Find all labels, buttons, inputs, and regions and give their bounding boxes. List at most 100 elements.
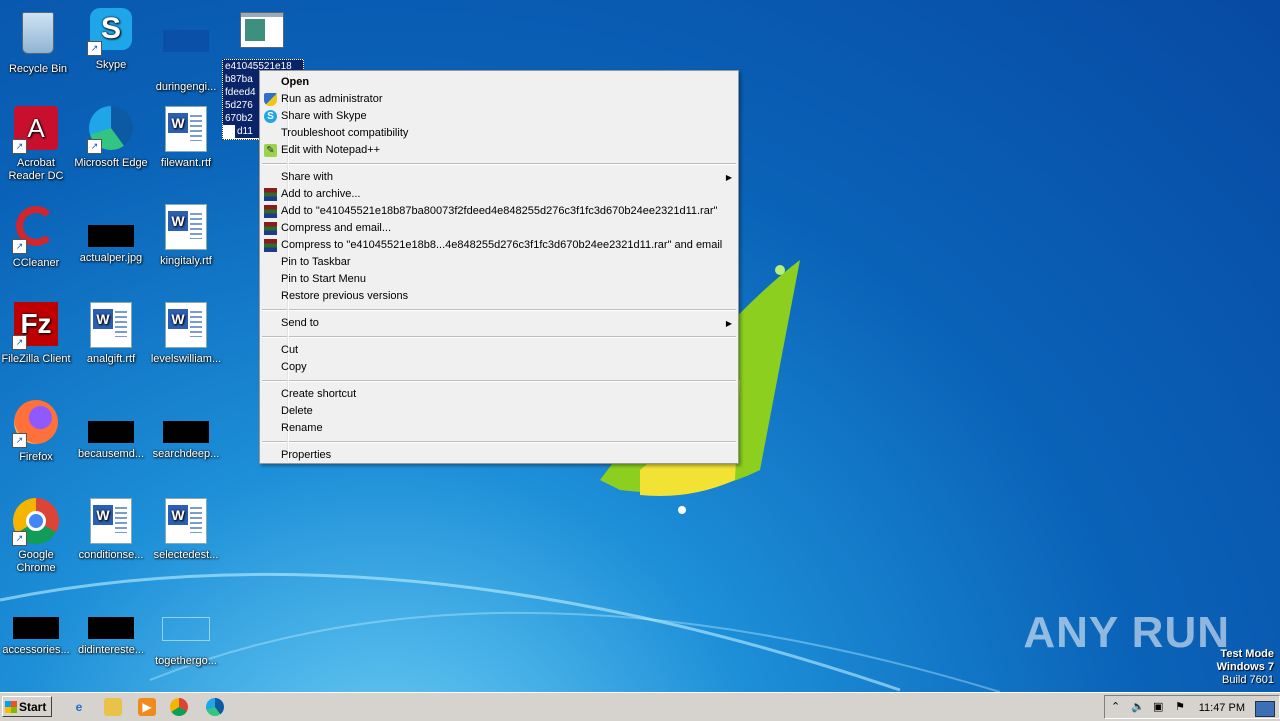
menu-item-label: Copy xyxy=(281,361,307,373)
menu-item-rename[interactable]: Rename xyxy=(260,420,738,437)
menu-separator xyxy=(262,163,736,165)
desktop-icon-selectedest[interactable]: W selectedest... xyxy=(148,498,224,562)
menu-item-label: Share with Skype xyxy=(281,110,367,122)
desktop-icon-filewant[interactable]: W filewant.rtf xyxy=(148,106,224,170)
winrar-icon xyxy=(264,188,277,201)
windows-flag-icon xyxy=(5,701,17,713)
media-player-icon[interactable]: ▶ xyxy=(138,698,156,716)
menu-item-label: Troubleshoot compatibility xyxy=(281,127,409,139)
submenu-arrow-icon: ▶ xyxy=(725,319,732,328)
start-button[interactable]: Start xyxy=(2,696,52,717)
menu-item-label: Rename xyxy=(281,422,323,434)
menu-item-add-to-rar[interactable]: Add to "e41045521e18b87ba80073f2fdeed4e8… xyxy=(260,203,738,220)
desktop-icon-edge[interactable]: ↗ Microsoft Edge xyxy=(73,106,149,170)
icon-label: analgift.rtf xyxy=(86,353,136,365)
show-desktop-icon[interactable] xyxy=(1255,701,1275,717)
desktop-icon-firefox[interactable]: ↗ Firefox xyxy=(0,400,74,464)
file-explorer-icon[interactable] xyxy=(104,698,122,716)
desktop-icon-conditionse[interactable]: W conditionse... xyxy=(73,498,149,562)
edge-taskbar-icon[interactable] xyxy=(206,698,224,716)
skype-icon: S xyxy=(264,110,277,123)
desktop-icon-becausemd[interactable]: becausemd... xyxy=(73,408,149,461)
internet-explorer-icon[interactable]: e xyxy=(70,698,88,716)
desktop-icon-recycle-bin[interactable]: Recycle Bin xyxy=(0,8,76,76)
menu-item-share-with[interactable]: Share with ▶ xyxy=(260,169,738,186)
volume-icon[interactable]: 🔈 xyxy=(1131,700,1145,713)
action-center-flag-icon[interactable]: ⚑ xyxy=(1175,700,1185,713)
tray-expand-icon[interactable]: ⌃ xyxy=(1111,700,1120,713)
icon-label: accessories... xyxy=(2,644,70,656)
image-thumbnail-icon xyxy=(162,30,210,78)
desktop-icon-filezilla[interactable]: Fz ↗ FileZilla Client xyxy=(0,302,74,366)
menu-item-pin-taskbar[interactable]: Pin to Taskbar xyxy=(260,254,738,271)
shortcut-arrow-icon: ↗ xyxy=(12,531,27,546)
menu-item-label: Share with xyxy=(281,171,333,183)
build-line: Build 7601 xyxy=(1222,674,1274,686)
icon-label: kingitaly.rtf xyxy=(160,255,212,267)
desktop-icon-actualper[interactable]: actualper.jpg xyxy=(73,212,149,265)
menu-separator xyxy=(262,441,736,443)
filezilla-icon: Fz ↗ xyxy=(12,302,60,350)
clock[interactable]: 11:47 PM xyxy=(1199,702,1245,714)
menu-item-compress-to-rar-email[interactable]: Compress to "e41045521e18b8...4e848255d2… xyxy=(260,237,738,254)
desktop-icon-togethergo[interactable]: togethergo... xyxy=(148,604,224,668)
icon-label: Skype xyxy=(95,59,127,71)
menu-item-pin-start[interactable]: Pin to Start Menu xyxy=(260,271,738,288)
menu-item-delete[interactable]: Delete xyxy=(260,403,738,420)
menu-item-label: Edit with Notepad++ xyxy=(281,144,381,156)
icon-label: Microsoft Edge xyxy=(74,157,148,169)
desktop-icon-accessories[interactable]: accessories... xyxy=(0,604,74,657)
menu-item-notepadpp[interactable]: ✎ Edit with Notepad++ xyxy=(260,142,738,159)
menu-item-open[interactable]: Open xyxy=(260,74,738,91)
selected-file-line: fdeed4 xyxy=(223,86,261,99)
image-thumbnail-icon xyxy=(163,421,209,443)
icon-label: Recycle Bin xyxy=(8,63,68,75)
icon-label: togethergo... xyxy=(155,655,217,667)
menu-item-label: Properties xyxy=(281,449,332,461)
menu-item-label: Pin to Start Menu xyxy=(281,273,366,285)
desktop-icon-acrobat[interactable]: A ↗ Acrobat Reader DC xyxy=(0,106,74,183)
menu-item-properties[interactable]: Properties xyxy=(260,447,738,464)
icon-label: selectedest... xyxy=(153,549,219,561)
desktop-icon-ccleaner[interactable]: ↗ CCleaner xyxy=(0,204,74,270)
menu-item-add-to-archive[interactable]: Add to archive... xyxy=(260,186,738,203)
menu-item-copy[interactable]: Copy xyxy=(260,359,738,376)
menu-item-label: Open xyxy=(281,76,310,88)
desktop-icon-didintereste[interactable]: didintereste... xyxy=(73,604,149,657)
menu-item-troubleshoot[interactable]: Troubleshoot compatibility xyxy=(260,125,738,142)
winrar-icon xyxy=(264,222,277,235)
image-thumbnail-icon xyxy=(13,617,59,639)
network-icon[interactable]: ▣ xyxy=(1153,700,1163,713)
chrome-taskbar-icon[interactable] xyxy=(170,698,188,716)
menu-item-send-to[interactable]: Send to ▶ xyxy=(260,315,738,332)
anyrun-watermark: ANY RUN xyxy=(1023,608,1230,657)
word-document-icon: W xyxy=(87,302,135,350)
icon-label: becausemd... xyxy=(77,448,145,460)
menu-item-share-skype[interactable]: S Share with Skype xyxy=(260,108,738,125)
menu-item-run-as-admin[interactable]: Run as administrator xyxy=(260,91,738,108)
desktop-icon-levelswilliam[interactable]: W levelswilliam... xyxy=(148,302,224,366)
desktop-icon-analgift[interactable]: W analgift.rtf xyxy=(73,302,149,366)
menu-item-cut[interactable]: Cut xyxy=(260,342,738,359)
shield-icon xyxy=(264,93,277,106)
recycle-bin-icon xyxy=(14,12,62,60)
selected-file-line: b87ba xyxy=(223,73,261,86)
menu-item-label: Add to archive... xyxy=(281,188,361,200)
icon-label: conditionse... xyxy=(78,549,144,561)
menu-item-create-shortcut[interactable]: Create shortcut xyxy=(260,386,738,403)
desktop-icon-searchdeep[interactable]: searchdeep... xyxy=(148,408,224,461)
desktop-icon-skype[interactable]: S ↗ Skype xyxy=(73,8,149,72)
skype-icon: S ↗ xyxy=(87,8,135,56)
desktop-icon-selected-exe[interactable] xyxy=(224,10,300,63)
selected-file-line: 5d276 xyxy=(223,99,261,112)
desktop-icon-kingitaly[interactable]: W kingitaly.rtf xyxy=(148,204,224,268)
menu-item-restore-versions[interactable]: Restore previous versions xyxy=(260,288,738,305)
menu-separator xyxy=(262,380,736,382)
word-document-icon: W xyxy=(87,498,135,546)
desktop-icon-chrome[interactable]: ↗ Google Chrome xyxy=(0,498,74,575)
test-mode-notice: Test Mode Windows 7 Build 7601 xyxy=(1217,648,1274,687)
desktop-icon-duringengi[interactable]: duringengi... xyxy=(148,8,224,94)
menu-item-compress-email[interactable]: Compress and email... xyxy=(260,220,738,237)
taskbar: Start e ▶ ⌃ 🔈 ▣ ⚑ 11:47 PM xyxy=(0,692,1280,721)
menu-item-label: Restore previous versions xyxy=(281,290,409,302)
